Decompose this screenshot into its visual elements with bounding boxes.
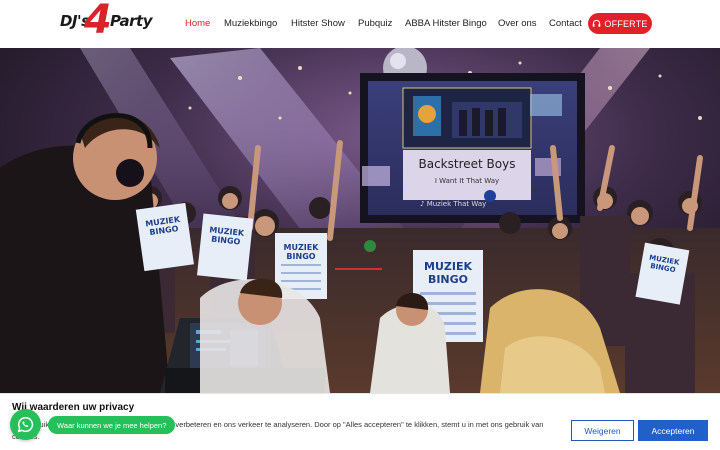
site-header: DJ's 4 Party Home Muziekbingo Hitster Sh… — [0, 0, 720, 48]
party-scene-illustration: Backstreet Boys I Want It That Way ♪ Muz… — [0, 48, 720, 393]
nav-item-contact[interactable]: Contact — [549, 18, 582, 29]
nav-item-muziekbingo[interactable]: Muziekbingo — [224, 18, 277, 29]
nav-item-abba-hitster-bingo[interactable]: ABBA Hitster Bingo — [405, 18, 487, 29]
svg-text:MUZIEK: MUZIEK — [424, 260, 472, 273]
bingo-card: MUZIEK BINGO — [135, 202, 194, 272]
screen-ticker: ♪ Muziek That Way — [420, 200, 486, 208]
nav-item-home[interactable]: Home — [185, 18, 210, 29]
bingo-card: MUZIEK BINGO — [197, 213, 254, 281]
screen-title: Backstreet Boys — [419, 157, 516, 171]
whatsapp-tooltip[interactable]: Waar kunnen we je mee helpen? — [48, 416, 176, 434]
whatsapp-button[interactable] — [10, 409, 41, 440]
hero-image: Backstreet Boys I Want It That Way ♪ Muz… — [0, 48, 720, 393]
nav-item-hitster-show[interactable]: Hitster Show — [291, 18, 345, 29]
bingo-card: MUZIEK BINGO — [635, 242, 690, 305]
svg-text:BINGO: BINGO — [428, 273, 468, 286]
nav-item-pubquiz[interactable]: Pubquiz — [358, 18, 392, 29]
svg-text:BINGO: BINGO — [286, 252, 315, 261]
svg-text:MUZIEK: MUZIEK — [284, 243, 320, 252]
whatsapp-icon — [17, 416, 34, 433]
decline-cookies-button[interactable]: Weigeren — [571, 420, 634, 441]
headphones-icon — [593, 19, 601, 27]
screen-subtitle: I Want It That Way — [435, 177, 499, 185]
offerte-label: OFFERTE — [604, 18, 648, 29]
accept-cookies-button[interactable]: Accepteren — [638, 420, 708, 441]
offerte-button[interactable]: OFFERTE — [588, 13, 652, 34]
nav-item-over-ons[interactable]: Over ons — [498, 18, 537, 29]
